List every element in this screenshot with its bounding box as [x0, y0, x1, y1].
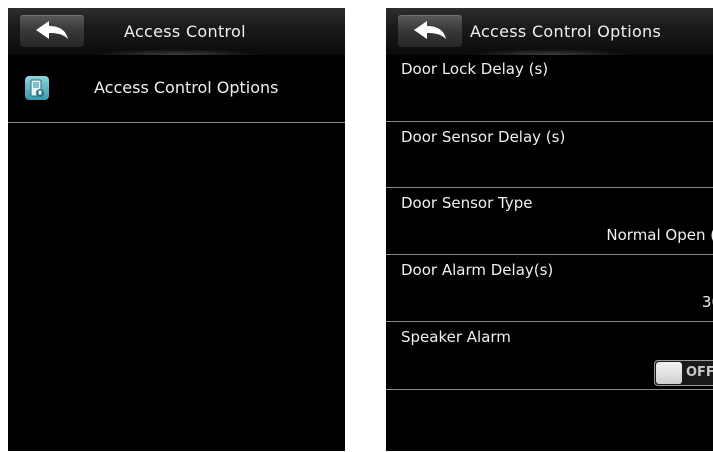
access-control-icon	[25, 76, 49, 100]
menu-item-label: Access Control Options	[94, 78, 279, 97]
back-button[interactable]	[398, 15, 462, 47]
speaker-alarm-toggle[interactable]: OFF	[654, 360, 713, 386]
back-arrow-icon	[36, 21, 68, 39]
option-label: Door Alarm Delay(s)	[401, 261, 554, 279]
option-value: 10	[526, 160, 713, 178]
title-bar: Access Control Options	[386, 8, 713, 55]
toggle-knob	[656, 362, 682, 384]
option-door-sensor-type[interactable]: Door Sensor Type Normal Open (NO)	[386, 188, 713, 255]
option-value: Normal Open (NO)	[606, 226, 713, 244]
back-button[interactable]	[20, 15, 84, 47]
option-label: Door Sensor Type	[401, 194, 533, 212]
toggle-state-label: OFF	[686, 365, 713, 380]
page-title: Access Control Options	[470, 22, 662, 41]
option-label: Door Sensor Delay (s)	[401, 128, 566, 146]
option-label: Speaker Alarm	[401, 328, 511, 346]
menu-item-access-control-options[interactable]: Access Control Options	[8, 55, 345, 123]
title-bar: Access Control	[8, 8, 345, 55]
page-title: Access Control	[124, 22, 246, 41]
access-control-screen: Access Control Access Control Options	[8, 8, 345, 451]
access-control-options-screen: Access Control Options Door Lock Delay (…	[386, 8, 713, 451]
option-value: 30	[701, 293, 713, 311]
option-speaker-alarm: Speaker Alarm OFF	[386, 322, 713, 390]
option-door-lock-delay[interactable]: Door Lock Delay (s) 10	[386, 55, 713, 122]
option-door-alarm-delay[interactable]: Door Alarm Delay(s) 30	[386, 255, 713, 322]
back-arrow-icon	[414, 21, 446, 39]
option-door-sensor-delay[interactable]: Door Sensor Delay (s) 10	[386, 122, 713, 188]
option-value: 10	[526, 92, 713, 110]
option-label: Door Lock Delay (s)	[401, 60, 549, 78]
